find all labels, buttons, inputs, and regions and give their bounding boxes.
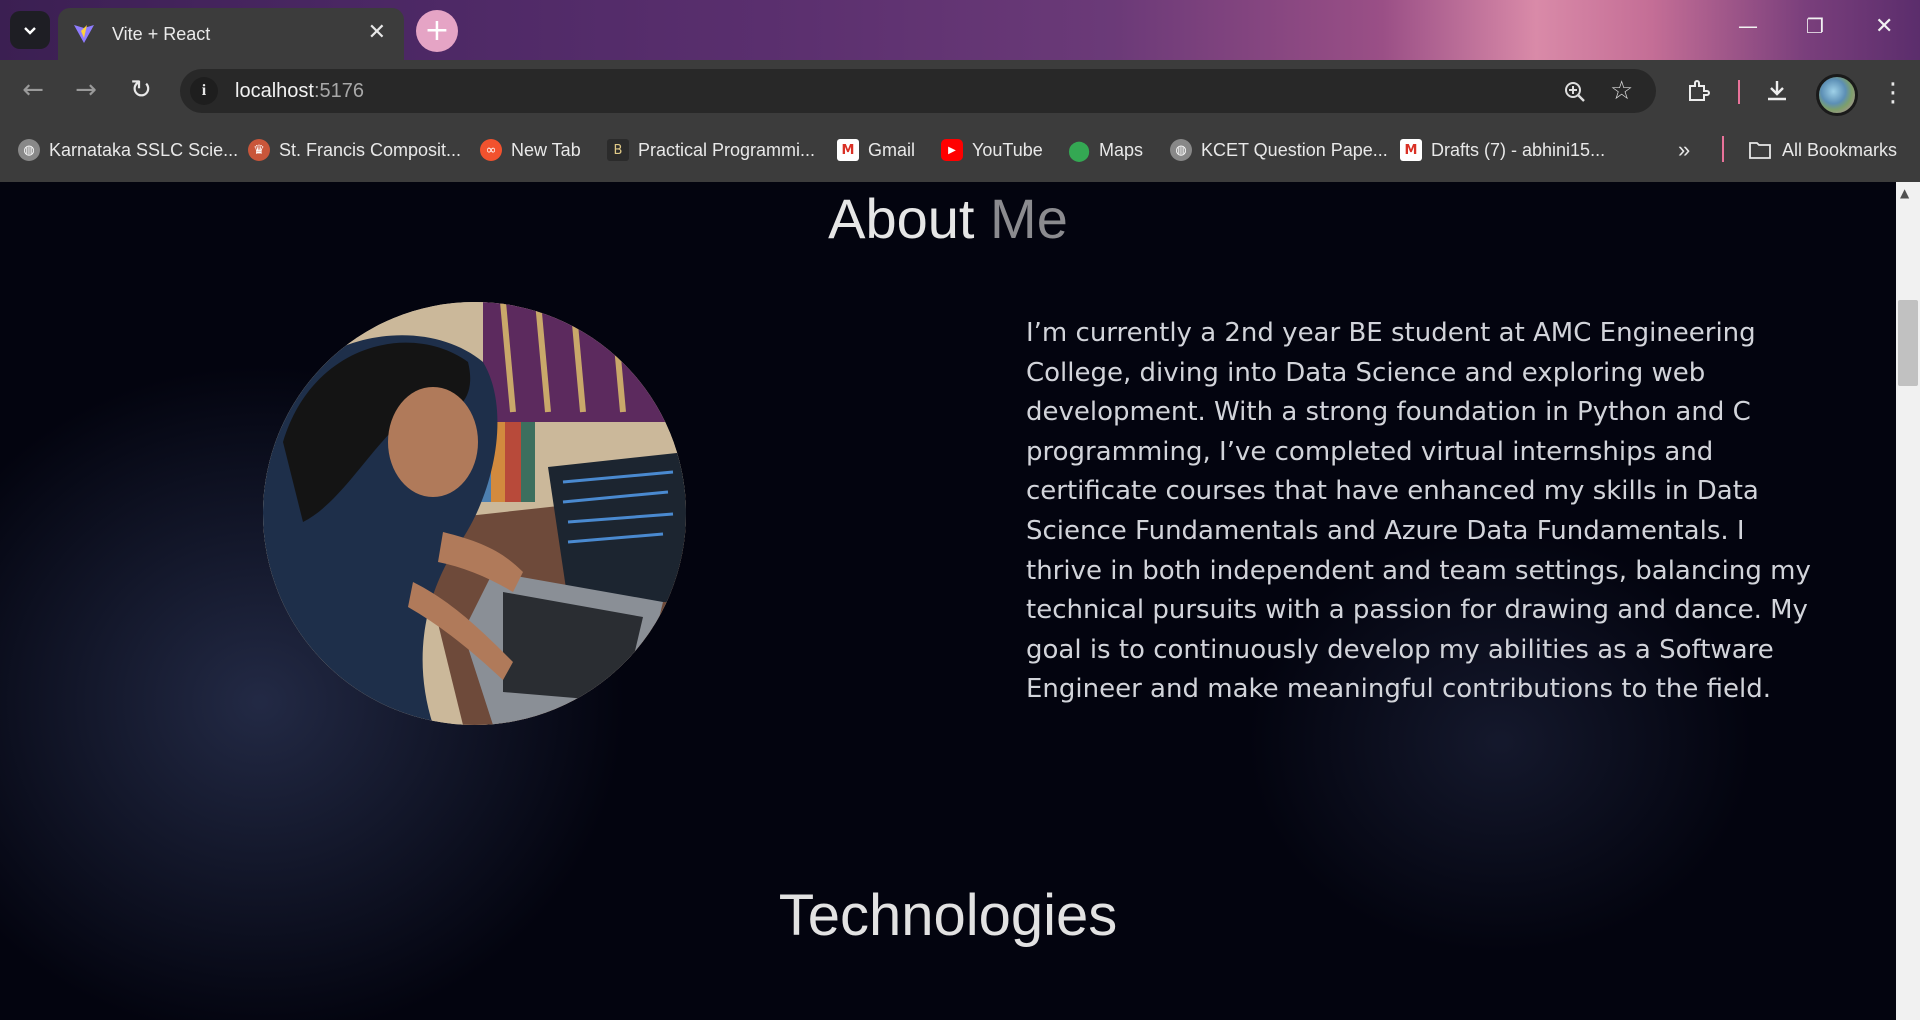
- technologies-heading: Technologies: [778, 883, 1118, 948]
- bookmark-item[interactable]: M Gmail: [837, 138, 915, 162]
- close-tab-icon[interactable]: ✕: [368, 21, 386, 45]
- page-viewport: About Me I’m currently a 2nd year BE stu…: [0, 182, 1896, 1020]
- minimize-window-icon[interactable]: —: [1738, 14, 1758, 38]
- globe-icon: ◍: [18, 139, 40, 161]
- restore-window-icon[interactable]: ❐: [1806, 14, 1824, 38]
- bookmark-star-icon[interactable]: ☆: [1610, 76, 1633, 106]
- bookmark-item[interactable]: ⬤ Maps: [1068, 138, 1143, 162]
- profile-avatar[interactable]: [1816, 74, 1858, 116]
- bookmark-item[interactable]: B Practical Programmi...: [607, 138, 815, 162]
- maps-pin-icon: ⬤: [1067, 138, 1091, 162]
- url-text[interactable]: localhost:5176: [235, 80, 364, 103]
- gmail-icon: M: [837, 139, 859, 161]
- new-tab-button[interactable]: +: [416, 10, 458, 52]
- bookmark-item[interactable]: M Drafts (7) - abhini15...: [1400, 138, 1605, 162]
- browser-tab[interactable]: Vite + React ✕: [58, 8, 404, 60]
- book-icon: B: [607, 139, 629, 161]
- infinity-icon: ∞: [480, 139, 502, 161]
- plus-icon: +: [424, 13, 450, 48]
- toolbar-divider: [1738, 80, 1740, 104]
- youtube-icon: ▶: [941, 139, 963, 161]
- tab-search-button[interactable]: [10, 11, 50, 49]
- about-heading-muted: Me: [990, 187, 1068, 250]
- site-info-icon[interactable]: i: [190, 77, 218, 105]
- close-window-icon[interactable]: ✕: [1875, 14, 1893, 39]
- folder-icon: [1749, 142, 1771, 159]
- double-chevron-right-icon: »: [1678, 137, 1691, 162]
- extensions-icon[interactable]: [1686, 78, 1712, 110]
- scrollbar-thumb[interactable]: [1898, 300, 1918, 386]
- bookmark-item[interactable]: ∞ New Tab: [480, 138, 581, 162]
- chevron-down-icon: [24, 27, 36, 35]
- about-heading-main: About: [828, 187, 975, 250]
- reload-icon[interactable]: ↻: [127, 76, 155, 104]
- bookmarks-divider: [1722, 136, 1724, 162]
- forward-icon[interactable]: →: [72, 76, 100, 104]
- bookmark-item[interactable]: ◍ KCET Question Pape...: [1170, 138, 1388, 162]
- profile-photo: [263, 302, 686, 725]
- globe-icon: ◍: [1170, 139, 1192, 161]
- vite-logo-icon: [74, 25, 94, 43]
- tab-title: Vite + React: [112, 23, 211, 44]
- bookmark-item[interactable]: ▶ YouTube: [941, 138, 1043, 162]
- more-bookmarks-button[interactable]: »: [1678, 137, 1691, 162]
- menu-kebab-icon[interactable]: ⋮: [1880, 78, 1906, 108]
- back-icon[interactable]: ←: [19, 76, 47, 104]
- about-paragraph: I’m currently a 2nd year BE student at A…: [1026, 318, 1811, 705]
- all-bookmarks-button[interactable]: All Bookmarks: [1748, 138, 1897, 162]
- bookmark-item[interactable]: ♛ St. Francis Composit...: [248, 138, 461, 162]
- school-crest-icon: ♛: [248, 139, 270, 161]
- downloads-icon[interactable]: [1764, 78, 1790, 110]
- about-heading: About Me: [0, 186, 1896, 251]
- scroll-up-arrow-icon[interactable]: ▲: [1900, 186, 1909, 200]
- gmail-icon: M: [1400, 139, 1422, 161]
- address-bar[interactable]: [180, 69, 1656, 113]
- bookmark-item[interactable]: ◍ Karnataka SSLC Scie...: [18, 138, 238, 162]
- zoom-icon[interactable]: [1563, 80, 1587, 110]
